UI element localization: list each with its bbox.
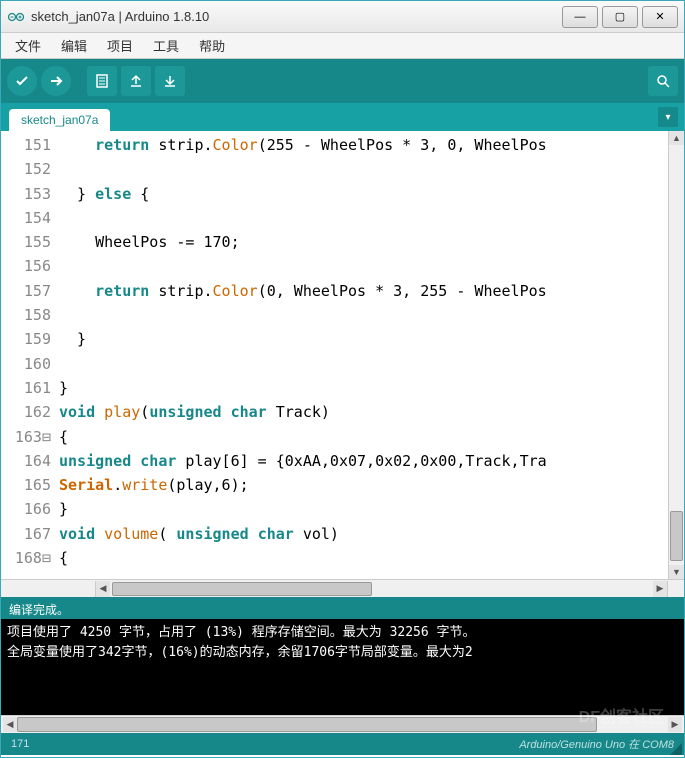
scroll-left-arrow[interactable]: ◀ bbox=[96, 581, 110, 597]
maximize-button[interactable]: ▢ bbox=[602, 6, 638, 28]
vscroll-thumb[interactable] bbox=[670, 511, 683, 561]
close-button[interactable]: ✕ bbox=[642, 6, 678, 28]
arduino-icon bbox=[7, 8, 25, 26]
serial-monitor-button[interactable] bbox=[648, 66, 678, 96]
board-port: Arduino/Genuino Uno 在 COM8 bbox=[519, 736, 674, 752]
resize-grip[interactable] bbox=[668, 741, 682, 755]
console-hscroll-thumb[interactable] bbox=[17, 717, 597, 732]
bottom-bar: 171 Arduino/Genuino Uno 在 COM8 bbox=[1, 733, 684, 755]
tabs-row: sketch_jan07a ▾ bbox=[1, 103, 684, 131]
open-sketch-button[interactable] bbox=[121, 66, 151, 96]
verify-button[interactable] bbox=[7, 66, 37, 96]
window-title: sketch_jan07a | Arduino 1.8.10 bbox=[31, 9, 558, 24]
scroll-down-arrow[interactable]: ▼ bbox=[669, 565, 684, 579]
window-controls: — ▢ ✕ bbox=[558, 6, 678, 28]
menu-tools[interactable]: 工具 bbox=[147, 34, 185, 57]
toolbar bbox=[1, 59, 684, 103]
vertical-scrollbar[interactable]: ▲ ▼ bbox=[668, 131, 684, 579]
scroll-up-arrow[interactable]: ▲ bbox=[669, 131, 684, 145]
line-gutter: 151152153154155156157158159160161162163⊟… bbox=[1, 131, 59, 579]
console-scroll-left-arrow[interactable]: ◀ bbox=[3, 717, 17, 732]
console-scroll-right-arrow[interactable]: ▶ bbox=[668, 717, 682, 732]
console-line: 项目使用了 4250 字节，占用了 (13%) 程序存储空间。最大为 32256… bbox=[7, 623, 678, 643]
tab-sketch[interactable]: sketch_jan07a bbox=[9, 109, 110, 131]
hscroll-thumb[interactable] bbox=[112, 582, 372, 596]
horizontal-scrollbar[interactable]: ◀ ▶ bbox=[95, 581, 668, 597]
scroll-right-arrow[interactable]: ▶ bbox=[653, 581, 667, 597]
console-line: 全局变量使用了342字节，(16%)的动态内存，余留1706字节局部变量。最大为… bbox=[7, 643, 678, 663]
menu-help[interactable]: 帮助 bbox=[193, 34, 231, 57]
tab-menu-button[interactable]: ▾ bbox=[658, 107, 678, 127]
cursor-line: 171 bbox=[11, 738, 29, 750]
menubar: 文件 编辑 项目 工具 帮助 bbox=[1, 33, 684, 59]
code-editor[interactable]: 151152153154155156157158159160161162163⊟… bbox=[1, 131, 684, 579]
upload-button[interactable] bbox=[41, 66, 71, 96]
menu-file[interactable]: 文件 bbox=[9, 34, 47, 57]
menu-sketch[interactable]: 项目 bbox=[101, 34, 139, 57]
save-sketch-button[interactable] bbox=[155, 66, 185, 96]
new-sketch-button[interactable] bbox=[87, 66, 117, 96]
status-text: 编译完成。 bbox=[9, 603, 69, 617]
code-area[interactable]: return strip.Color(255 - WheelPos * 3, 0… bbox=[59, 131, 668, 579]
editor-hscroll-row: ◀ ▶ bbox=[1, 579, 684, 597]
minimize-button[interactable]: — bbox=[562, 6, 598, 28]
menu-edit[interactable]: 编辑 bbox=[55, 34, 93, 57]
window-titlebar: sketch_jan07a | Arduino 1.8.10 — ▢ ✕ bbox=[1, 1, 684, 33]
status-bar: 编译完成。 bbox=[1, 597, 684, 619]
console-scrollbar[interactable]: ◀ ▶ bbox=[1, 715, 684, 733]
console-output[interactable]: 项目使用了 4250 字节，占用了 (13%) 程序存储空间。最大为 32256… bbox=[1, 619, 684, 715]
